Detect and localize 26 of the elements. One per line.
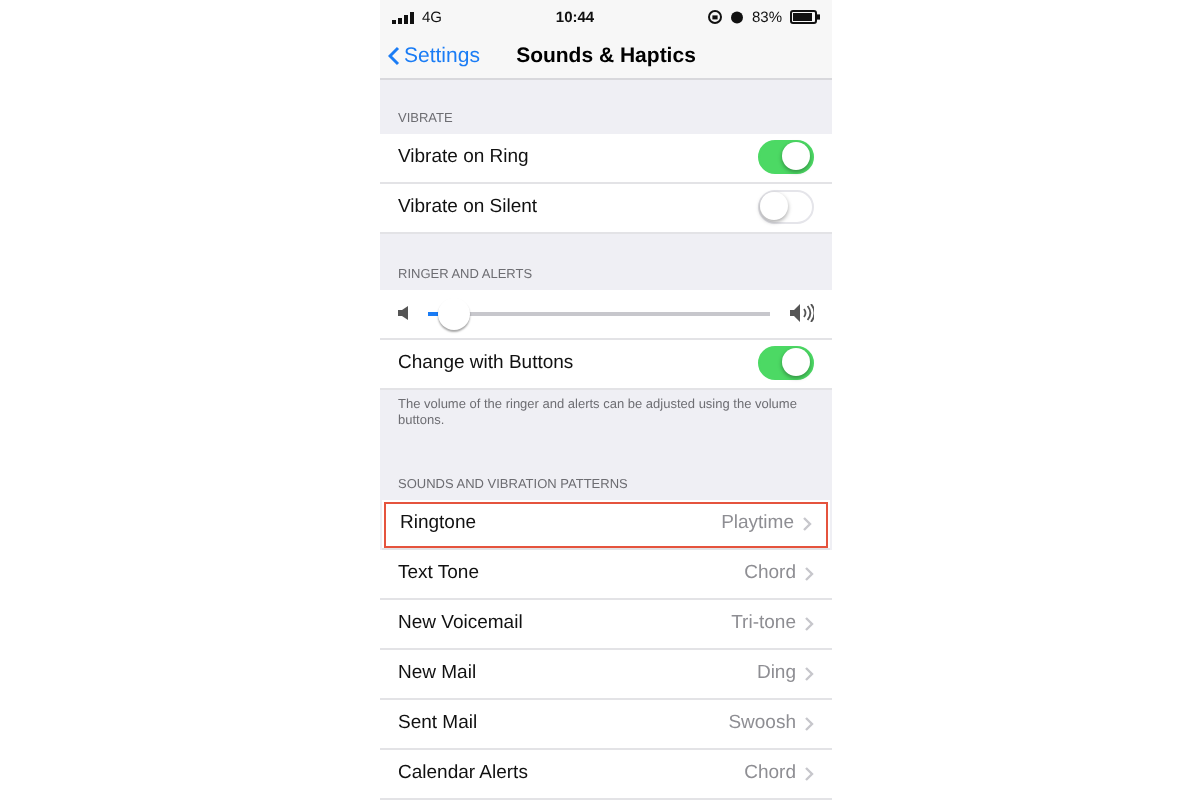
rotation-lock-icon bbox=[707, 10, 722, 25]
toggle-switch[interactable] bbox=[758, 140, 814, 175]
toggle-switch[interactable] bbox=[758, 346, 814, 381]
speaker-low-icon bbox=[398, 306, 408, 321]
signal-icon bbox=[392, 11, 414, 24]
chevron-icon bbox=[804, 765, 814, 782]
chevron-icon bbox=[804, 615, 814, 632]
list-row[interactable]: New Mail Ding bbox=[380, 649, 832, 700]
list-row[interactable]: Ringtone Playtime bbox=[382, 499, 830, 550]
chevron-icon bbox=[804, 715, 814, 732]
volume-slider[interactable] bbox=[428, 295, 770, 332]
list-row[interactable]: New Voicemail Tri-tone bbox=[380, 599, 832, 650]
chevron-icon bbox=[804, 665, 814, 682]
speaker-loud-icon bbox=[790, 304, 814, 323]
chevron-icon bbox=[804, 565, 814, 582]
chevron-icon bbox=[802, 515, 812, 532]
back-chevron-icon bbox=[388, 45, 400, 66]
setting-label: Vibrate on Silent bbox=[398, 196, 540, 219]
back-button[interactable]: Settings bbox=[388, 43, 480, 68]
screen-title: Sounds & Haptics bbox=[516, 43, 696, 68]
list-row[interactable]: Sent Mail Swoosh bbox=[380, 699, 832, 750]
battery-icon bbox=[790, 10, 820, 25]
setting-label: Vibrate on Ring bbox=[398, 146, 531, 169]
list-row[interactable]: Text Tone Chord bbox=[380, 549, 832, 600]
setting-label: Change with Buttons bbox=[398, 352, 576, 375]
list-row[interactable]: Calendar Alerts Chord bbox=[380, 749, 832, 800]
